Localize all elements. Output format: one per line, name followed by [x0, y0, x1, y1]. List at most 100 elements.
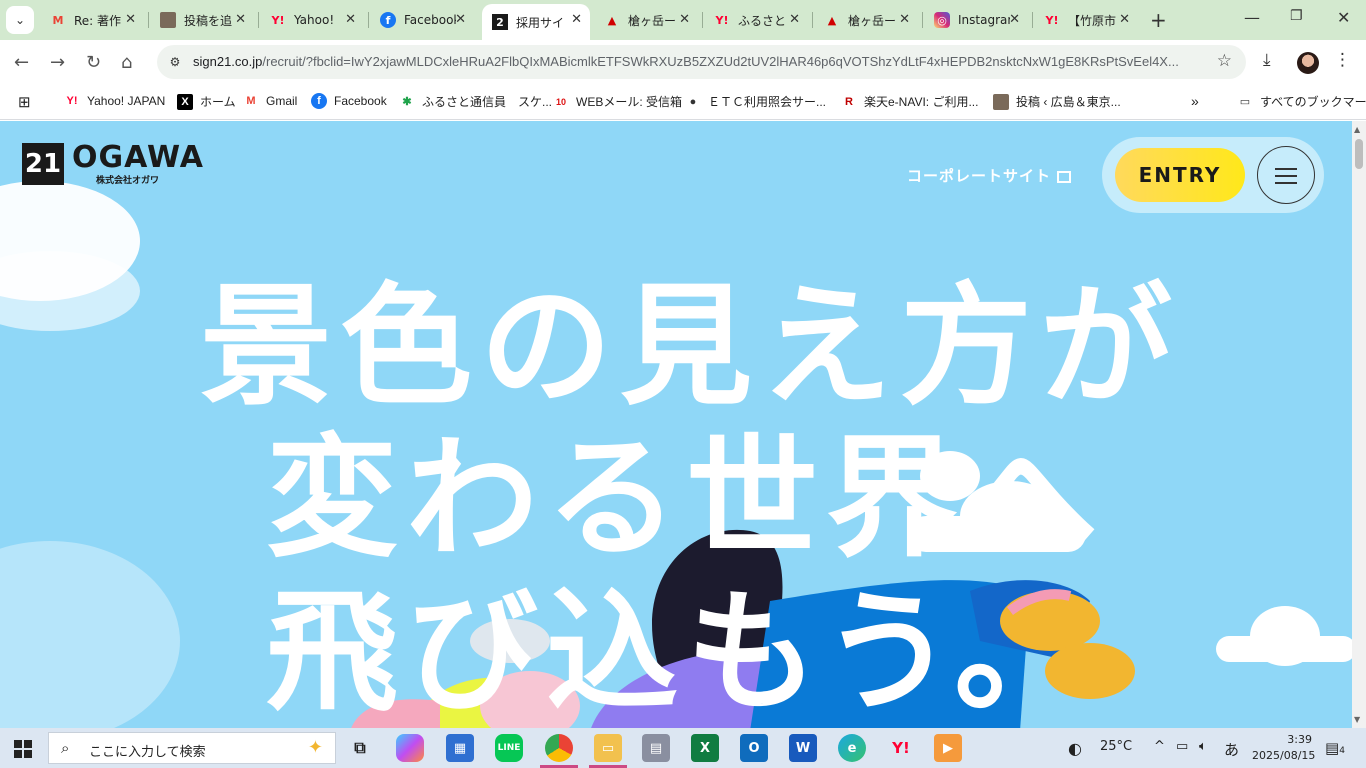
volume-icon[interactable]: 🔈︎ [1199, 739, 1207, 754]
excel-icon[interactable]: X [691, 734, 719, 762]
folder-icon: ▭ [1239, 96, 1251, 108]
task-view-icon[interactable]: ⧉ [346, 734, 374, 762]
back-button[interactable]: ← [14, 52, 29, 73]
close-icon[interactable]: ✕ [1119, 12, 1130, 27]
logo-mark: 21 [22, 143, 64, 185]
close-icon[interactable]: ✕ [235, 12, 246, 27]
webmail-icon: 10 [555, 96, 566, 107]
bookmark-webmail[interactable]: 10 WEBメール: 受信箱 [553, 93, 682, 110]
download-icon[interactable]: ⤓ [1263, 50, 1271, 70]
bookmarks-overflow-icon[interactable]: » [1191, 93, 1199, 109]
avatar[interactable] [1297, 52, 1319, 74]
copilot-sparkle-icon: ✦ [307, 737, 323, 758]
bookmark-x-home[interactable]: X ホーム [177, 93, 236, 110]
tab-search-button[interactable]: ⌄ [6, 6, 34, 34]
bookmark-gmail[interactable]: M Gmail [243, 93, 297, 109]
tab-furusato[interactable]: Y! ふるさと ✕ [704, 4, 808, 36]
yahoo-icon: Y! [1045, 13, 1059, 27]
bookmark-facebook[interactable]: f Facebook [311, 93, 387, 109]
outlook-icon[interactable]: O [740, 734, 768, 762]
word-icon[interactable]: W [789, 734, 817, 762]
corporate-site-link[interactable]: コーポレートサイト [907, 165, 1072, 186]
bookmark-post[interactable]: 投稿 ‹ 広島＆東京... [993, 93, 1121, 110]
start-button[interactable] [14, 740, 32, 758]
kebab-menu-icon[interactable]: ⋮ [1334, 50, 1351, 70]
cloud-illustration [1216, 636, 1352, 662]
rakuten-icon: R [845, 95, 853, 108]
close-icon[interactable]: ✕ [679, 12, 690, 27]
weather-temp[interactable]: 25°C [1100, 739, 1132, 754]
notification-count: 4 [1339, 746, 1345, 756]
company-logo[interactable]: 21 OGAWA 株式会社オガワ [22, 143, 204, 186]
hamburger-icon [1275, 168, 1297, 170]
notification-icon[interactable]: ▤4 [1325, 739, 1345, 757]
system-clock[interactable]: 3:39 2025/08/15 [1252, 732, 1315, 764]
bookmark-rakuten[interactable]: R 楽天e-NAVI: ご利用... [841, 93, 978, 110]
tab-yarigatake-1[interactable]: ▲ 槍ヶ岳ー ✕ [594, 4, 698, 36]
battery-icon[interactable]: ▭ [1176, 739, 1188, 754]
bookmark-yahoo[interactable]: Y! Yahoo! JAPAN [64, 93, 166, 109]
tab-instagram[interactable]: ◎ Instagram✕ [924, 4, 1028, 36]
close-icon[interactable]: ✕ [455, 12, 466, 27]
yahoo-icon: Y! [271, 13, 285, 27]
page-viewport: 21 OGAWA 株式会社オガワ コーポレートサイト ENTRY 景色の見え方が… [0, 121, 1352, 728]
tab-post[interactable]: 投稿を追 ✕ [150, 4, 254, 36]
close-icon[interactable]: ✕ [789, 12, 800, 27]
bookmark-furusato[interactable]: ✱ ふるさと通信員 スケ... [399, 93, 552, 110]
home-button[interactable]: ⌂ [121, 52, 132, 73]
forward-button[interactable]: → [50, 52, 65, 73]
line-app-icon[interactable]: LINE [495, 734, 523, 762]
yahoo-icon[interactable]: Y! [887, 734, 915, 762]
close-icon[interactable]: ✕ [571, 12, 582, 27]
bookmark-star-icon[interactable]: ☆ [1217, 51, 1232, 71]
tab-gmail[interactable]: M Re: 著作 ✕ [40, 4, 144, 36]
chevron-down-icon: ⌄ [14, 13, 26, 27]
page-scrollbar[interactable]: ▲ ▼ [1352, 121, 1366, 728]
bookmark-etc[interactable]: ● ＥＴＣ利用照会サー... [685, 93, 826, 110]
tab-takehara[interactable]: Y! 【竹原市 ✕ [1034, 4, 1138, 36]
scroll-down-icon[interactable]: ▼ [1354, 715, 1360, 724]
scroll-up-icon[interactable]: ▲ [1354, 125, 1360, 134]
tab-yarigatake-2[interactable]: ▲ 槍ヶ岳ー ✕ [814, 4, 918, 36]
store-icon[interactable]: ▦ [446, 734, 474, 762]
close-icon[interactable]: ✕ [125, 12, 136, 27]
tab-title: 採用サイ [516, 15, 565, 30]
reload-button[interactable]: ↻ [86, 52, 101, 73]
site-info-icon[interactable]: ⚙ [165, 52, 185, 72]
address-bar[interactable]: ⚙ sign21.co.jp/recruit/?fbclid=IwY2xjawM… [157, 45, 1246, 79]
restore-button[interactable]: ❐ [1290, 8, 1303, 24]
tab-recruit-active[interactable]: 2 採用サイ ✕ [482, 4, 590, 40]
browser-toolbar: ← → ↻ ⌂ ⚙ sign21.co.jp/recruit/?fbclid=I… [0, 40, 1366, 86]
url-text[interactable]: sign21.co.jp/recruit/?fbclid=IwY2xjawMLD… [193, 54, 1203, 69]
weather-icon[interactable]: ◐ [1068, 739, 1082, 758]
ime-indicator[interactable]: あ [1224, 739, 1239, 760]
close-icon[interactable]: ✕ [899, 12, 910, 27]
media-player-icon[interactable]: ▶ [934, 734, 962, 762]
entry-button[interactable]: ENTRY [1115, 148, 1245, 202]
tab-title: 槍ヶ岳ー [628, 13, 677, 28]
chrome-icon[interactable] [545, 734, 573, 762]
mountain-icon: ▲ [827, 13, 837, 27]
taskbar-search[interactable]: ⌕ ここに入力して検索 ✦ [48, 732, 336, 764]
network-app-icon[interactable]: ▤ [642, 734, 670, 762]
tray-chevron-up-icon[interactable]: ^ [1154, 739, 1165, 754]
reload-icon: ↻ [86, 52, 102, 73]
minimize-button[interactable]: — [1244, 8, 1260, 27]
tab-facebook[interactable]: f Facebook ✕ [370, 4, 474, 36]
copilot-icon[interactable] [396, 734, 424, 762]
search-placeholder: ここに入力して検索 [89, 745, 206, 760]
hamburger-menu-button[interactable] [1257, 146, 1315, 204]
tab-title: Yahoo! [294, 13, 335, 27]
edge-icon[interactable]: e [838, 734, 866, 762]
close-icon[interactable]: ✕ [345, 12, 356, 27]
tab-yahoo[interactable]: Y! Yahoo! ✕ [260, 4, 364, 36]
close-window-button[interactable]: ✕ [1337, 8, 1350, 27]
apps-grid-icon[interactable]: ⊞ [18, 93, 31, 111]
tab-title: 槍ヶ岳ー [848, 13, 897, 28]
all-bookmarks-button[interactable]: ▭すべてのブックマーク [1237, 93, 1366, 110]
file-explorer-icon[interactable]: ▭ [594, 734, 622, 762]
yahoo-icon: Y! [66, 95, 78, 107]
close-icon[interactable]: ✕ [1009, 12, 1020, 27]
new-tab-button[interactable]: + [1150, 8, 1167, 32]
scrollbar-thumb[interactable] [1355, 139, 1363, 169]
